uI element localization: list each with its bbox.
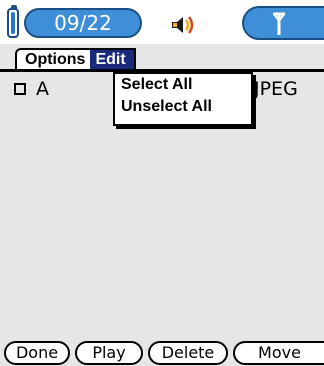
- item-checkbox[interactable]: [14, 83, 26, 95]
- item-name: A: [36, 78, 49, 100]
- move-button[interactable]: Move: [233, 341, 324, 365]
- select-all-item[interactable]: Select All: [115, 74, 251, 96]
- battery-icon[interactable]: [7, 5, 19, 38]
- battery-level: [11, 12, 15, 34]
- edit-menu-dropdown: Select All Unselect All: [113, 72, 253, 126]
- button-bar: Done Play Delete Move: [0, 340, 324, 366]
- unselect-all-item[interactable]: Unselect All: [115, 96, 251, 118]
- item-type: JPEG: [254, 78, 298, 100]
- menu-edit[interactable]: Edit: [90, 50, 134, 69]
- delete-button[interactable]: Delete: [148, 341, 228, 365]
- status-bar: 09/22: [0, 0, 324, 44]
- play-button[interactable]: Play: [75, 341, 143, 365]
- speaker-icon[interactable]: [170, 14, 196, 36]
- antenna-icon: [273, 12, 285, 35]
- done-button[interactable]: Done: [4, 341, 70, 365]
- menu-tabs: Options Edit: [15, 48, 136, 69]
- menu-options[interactable]: Options: [17, 50, 90, 69]
- date-display[interactable]: 09/22: [24, 8, 142, 38]
- signal-indicator[interactable]: [242, 6, 324, 40]
- menu-bar: Options Edit: [0, 48, 324, 72]
